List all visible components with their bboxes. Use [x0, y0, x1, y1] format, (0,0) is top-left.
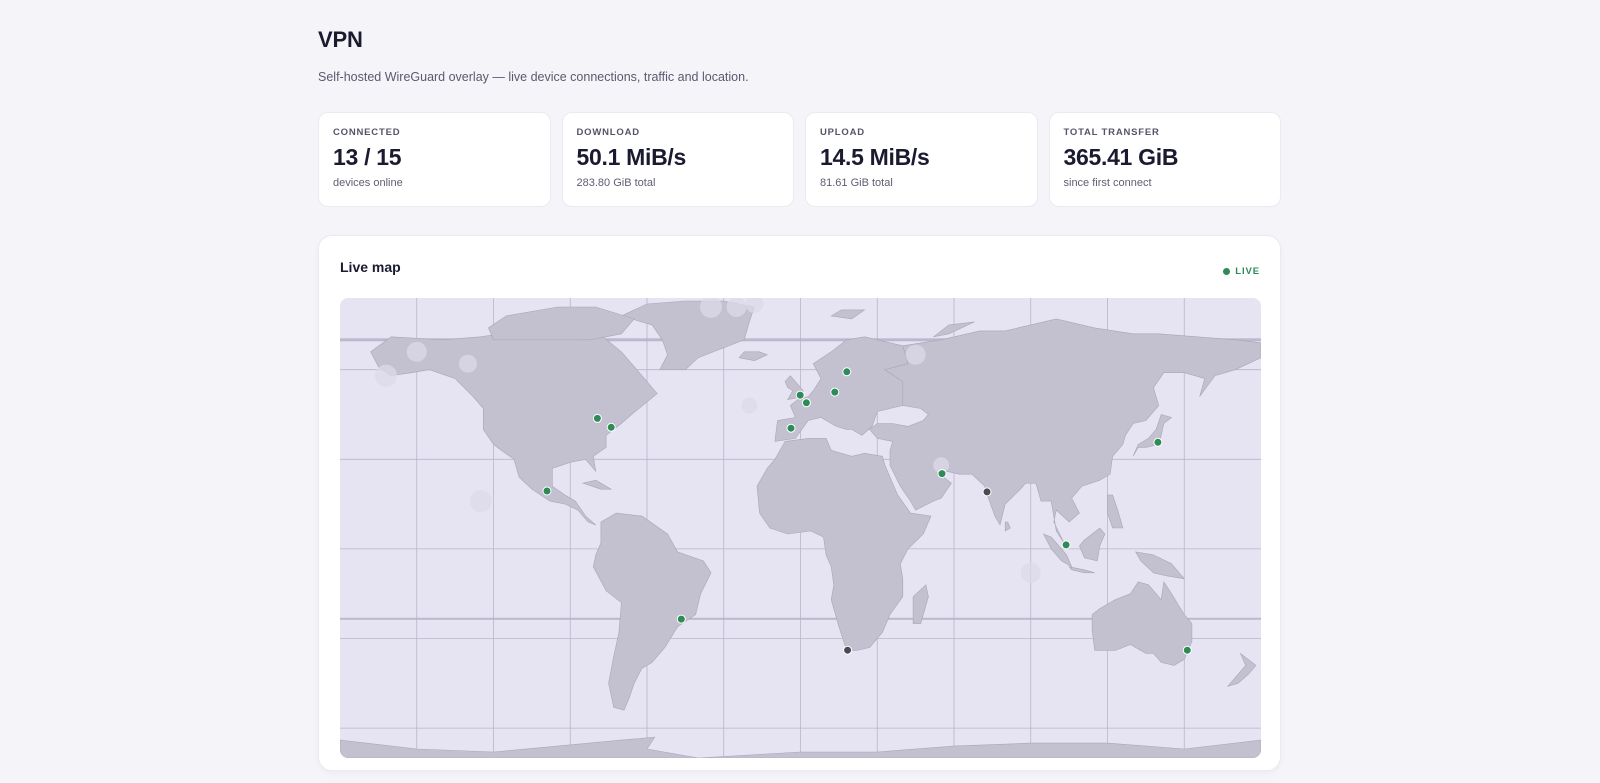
live-map-card: Live map LIVE	[318, 235, 1281, 771]
ambient-halo	[406, 341, 427, 362]
stats-row: CONNECTED 13 / 15 devices online DOWNLOA…	[318, 112, 1281, 207]
philippines-landmass	[1107, 494, 1124, 529]
live-badge: LIVE	[1223, 266, 1260, 277]
new-zealand-landmass	[1226, 652, 1257, 687]
live-indicator-dot	[1223, 268, 1231, 275]
device-marker-online[interactable]	[830, 387, 840, 397]
ambient-halo	[905, 344, 926, 365]
south-america-landmass	[592, 512, 712, 711]
stat-note: 283.80 GiB total	[576, 177, 656, 189]
new-guinea-landmass	[1135, 551, 1186, 580]
madagascar-landmass	[912, 584, 929, 624]
device-marker-online[interactable]	[1061, 540, 1071, 550]
stat-card-connected: CONNECTED 13 / 15 devices online	[318, 112, 551, 207]
device-marker-online[interactable]	[592, 413, 602, 423]
stat-label: TOTAL TRANSFER	[1063, 127, 1160, 138]
device-marker-offline[interactable]	[982, 487, 992, 497]
device-marker-online[interactable]	[801, 398, 811, 408]
australia-landmass	[1091, 580, 1193, 666]
stat-note: devices online	[333, 177, 403, 189]
ambient-halo	[469, 490, 492, 513]
device-marker-online[interactable]	[1153, 437, 1163, 447]
ambient-halo	[741, 397, 758, 414]
svalbard-landmass	[830, 309, 866, 320]
ambient-halo	[1020, 562, 1041, 583]
asia-landmass	[869, 318, 1261, 544]
stat-card-upload: UPLOAD 14.5 MiB/s 81.61 GiB total	[805, 112, 1038, 207]
map-title: Live map	[340, 259, 401, 275]
device-marker-online[interactable]	[795, 390, 805, 400]
device-marker-online[interactable]	[676, 614, 686, 624]
page-subtitle: Self-hosted WireGuard overlay — live dev…	[318, 70, 749, 84]
ambient-halo	[458, 354, 477, 373]
stat-value: 14.5 MiB/s	[820, 144, 930, 170]
device-marker-online[interactable]	[937, 469, 947, 479]
device-marker-online[interactable]	[606, 422, 616, 432]
stat-value: 13 / 15	[333, 144, 402, 170]
stat-label: DOWNLOAD	[576, 127, 640, 138]
live-label: LIVE	[1235, 266, 1260, 277]
world-map-svg[interactable]	[340, 298, 1261, 758]
device-marker-online[interactable]	[786, 423, 796, 433]
borneo-landmass	[1079, 527, 1106, 562]
device-marker-online[interactable]	[842, 367, 852, 377]
stat-note: 81.61 GiB total	[820, 177, 893, 189]
stat-note: since first connect	[1063, 177, 1152, 189]
device-marker-offline[interactable]	[843, 645, 853, 655]
stat-card-total-transfer: TOTAL TRANSFER 365.41 GiB since first co…	[1048, 112, 1281, 207]
cuba-landmass	[581, 479, 613, 490]
stat-label: CONNECTED	[333, 127, 401, 138]
stat-card-download: DOWNLOAD 50.1 MiB/s 283.80 GiB total	[561, 112, 794, 207]
device-marker-online[interactable]	[1182, 645, 1192, 655]
stat-value: 365.41 GiB	[1063, 144, 1179, 170]
sumatra-landmass	[1042, 533, 1073, 568]
ambient-halo	[375, 364, 398, 387]
stat-value: 50.1 MiB/s	[576, 144, 687, 170]
java-landmass	[1068, 566, 1095, 574]
stat-label: UPLOAD	[820, 127, 865, 138]
iceland-landmass	[738, 351, 768, 362]
sri-lanka-landmass	[1004, 521, 1011, 532]
page-title: VPN	[318, 27, 363, 52]
canadian-arctic-landmass	[488, 306, 635, 341]
world-map[interactable]	[340, 298, 1261, 758]
device-marker-online[interactable]	[542, 486, 552, 496]
